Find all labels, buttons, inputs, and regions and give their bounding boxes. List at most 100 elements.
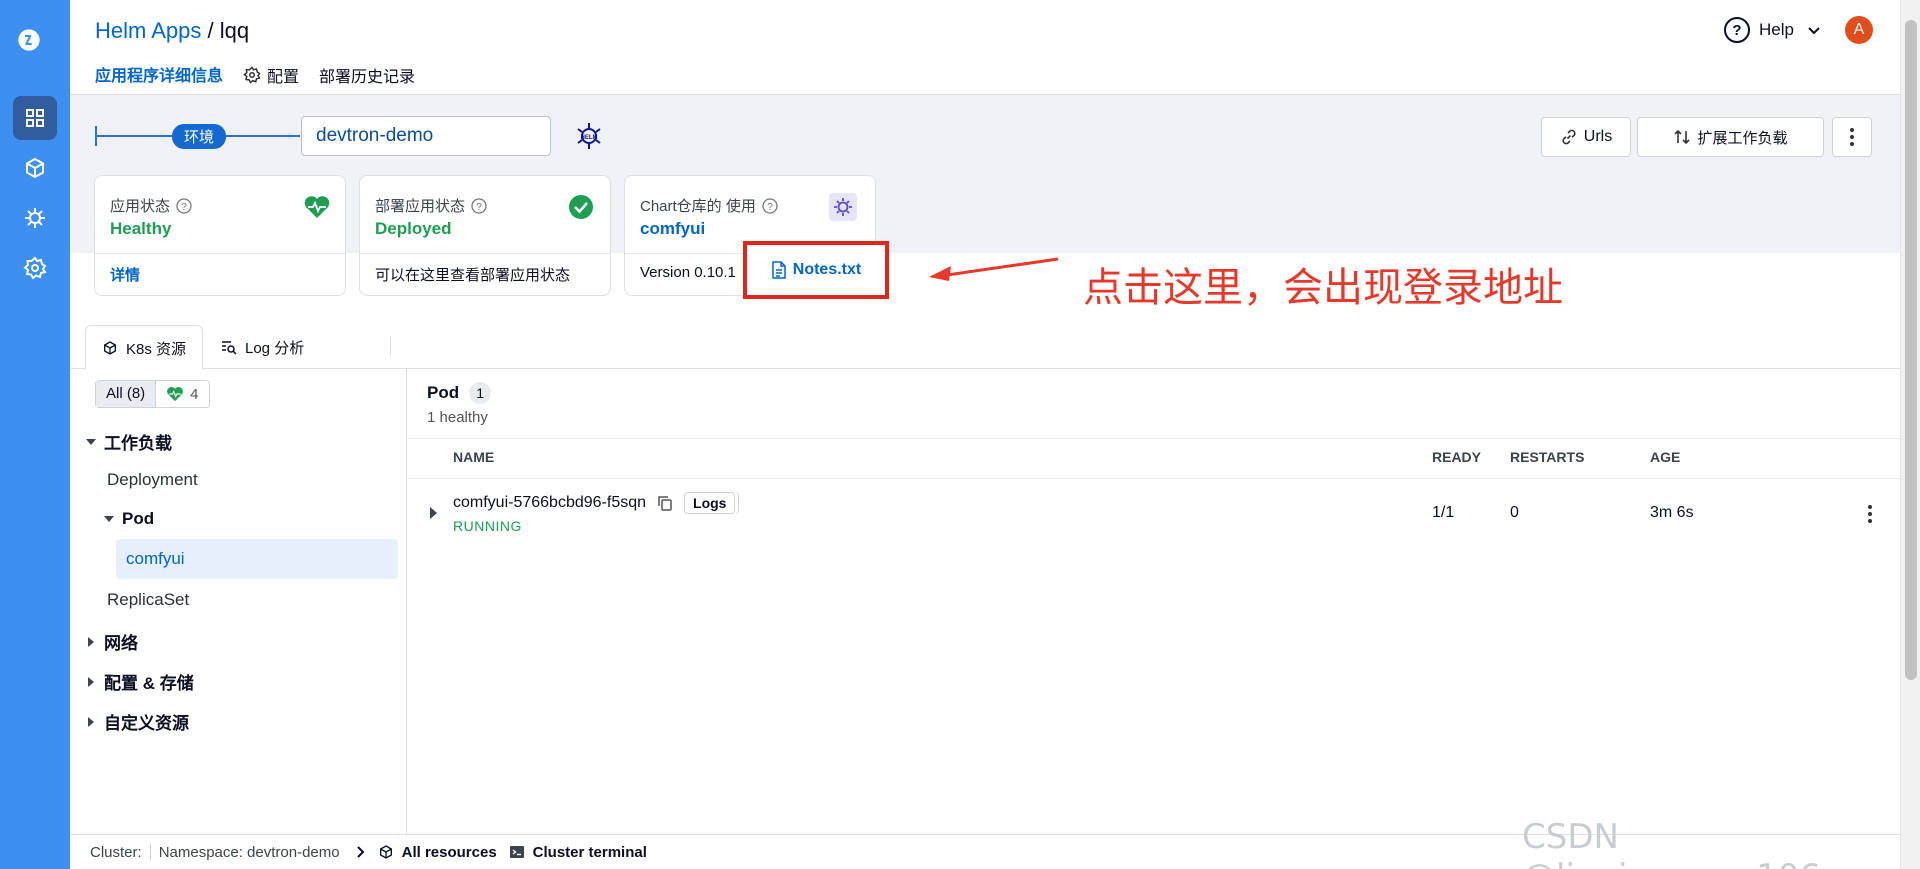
status-filter: All (8) 4 bbox=[95, 380, 210, 408]
breadcrumb: Helm Apps / lqq bbox=[95, 18, 249, 44]
footer-namespace: Namespace: devtron-demo bbox=[158, 843, 340, 861]
caret-right-icon[interactable] bbox=[427, 506, 439, 520]
footer-divider bbox=[149, 844, 151, 860]
app-status-value: Healthy bbox=[110, 219, 172, 238]
app-status-label: 应用状态 ? bbox=[110, 195, 192, 216]
devtron-logo-icon[interactable] bbox=[17, 28, 53, 64]
caret-down-icon bbox=[104, 516, 114, 522]
tree-item-replicaset[interactable]: ReplicaSet bbox=[107, 590, 189, 610]
card-label: 应用状态 bbox=[110, 198, 171, 215]
environment-selector[interactable]: devtron-demo bbox=[301, 116, 551, 156]
card-label: Chart仓库的 使用 bbox=[640, 198, 756, 215]
filter-all[interactable]: All (8) bbox=[96, 381, 157, 407]
page-scrollbar[interactable] bbox=[1900, 0, 1920, 869]
caret-right-icon bbox=[88, 676, 94, 687]
tab-label: 部署历史记录 bbox=[319, 69, 416, 86]
pod-name-cell: comfyui-5766bcbd96-f5sqn Logs bbox=[453, 492, 736, 514]
annotation-arrow bbox=[929, 257, 1059, 281]
pod-age: 3m 6s bbox=[1650, 504, 1694, 521]
filter-healthy-count: 4 bbox=[190, 385, 199, 403]
chart-name-link[interactable]: comfyui bbox=[640, 219, 705, 239]
tree-group-network[interactable]: 网络 bbox=[84, 629, 138, 654]
breadcrumb-helm-apps[interactable]: Helm Apps bbox=[95, 18, 201, 43]
card-divider bbox=[95, 253, 345, 254]
tab-log-analysis[interactable]: Log 分析 bbox=[205, 325, 320, 369]
column-ready: READY bbox=[1432, 449, 1482, 465]
help-label: Help bbox=[1759, 20, 1794, 39]
chevron-down-icon bbox=[1808, 27, 1820, 35]
card-divider bbox=[360, 253, 610, 254]
tab-k8s-resources[interactable]: K8s 资源 bbox=[85, 325, 204, 370]
heart-pulse-icon bbox=[167, 387, 184, 402]
more-options-button[interactable] bbox=[1832, 117, 1872, 157]
left-nav bbox=[0, 0, 70, 869]
document-icon bbox=[772, 261, 786, 279]
heart-pulse-icon bbox=[304, 196, 330, 218]
tab-deploy-history[interactable]: 部署历史记录 bbox=[319, 62, 415, 98]
helm-nav-icon[interactable] bbox=[13, 196, 57, 240]
tree-group-pod[interactable]: Pod bbox=[102, 509, 154, 529]
deploy-status-card: 部署应用状态 ? Deployed 可以在这里查看部署应用状态 bbox=[359, 175, 611, 296]
kebab-menu-icon[interactable] bbox=[1860, 502, 1880, 526]
watermark: CSDN @liuqingquan106 bbox=[1522, 817, 1821, 869]
tab-label: 应用程序详细信息 bbox=[95, 68, 224, 85]
helm-icon: HELM bbox=[577, 123, 601, 149]
tree-label: 配置 & 存储 bbox=[104, 674, 194, 693]
tree-item-deployment[interactable]: Deployment bbox=[107, 470, 198, 490]
tree-item-comfyui[interactable]: comfyui bbox=[116, 539, 398, 579]
pod-restarts: 0 bbox=[1510, 504, 1519, 521]
filter-healthy[interactable]: 4 bbox=[156, 381, 208, 407]
tab-divider bbox=[390, 337, 391, 357]
avatar[interactable]: A bbox=[1845, 16, 1873, 44]
pod-name[interactable]: comfyui-5766bcbd96-f5sqn bbox=[453, 494, 646, 512]
gear-icon bbox=[243, 66, 261, 84]
notes-txt-button[interactable]: Notes.txt bbox=[743, 241, 889, 299]
link-icon bbox=[1562, 129, 1576, 145]
pod-title-text: Pod bbox=[427, 383, 460, 402]
tree-group-workloads[interactable]: 工作负载 bbox=[84, 429, 172, 454]
apps-nav-icon[interactable] bbox=[13, 96, 57, 140]
question-icon[interactable]: ? bbox=[762, 197, 778, 214]
app-status-card: 应用状态 ? Healthy 详情 bbox=[94, 175, 346, 296]
column-age: AGE bbox=[1650, 449, 1681, 465]
tree-group-custom-resources[interactable]: 自定义资源 bbox=[84, 709, 189, 734]
deploy-status-hint: 可以在这里查看部署应用状态 bbox=[375, 267, 571, 284]
helm-chart-icon bbox=[829, 193, 857, 221]
question-icon[interactable]: ? bbox=[471, 197, 487, 214]
log-search-icon bbox=[222, 341, 237, 355]
card-label: 部署应用状态 bbox=[375, 198, 466, 215]
details-link[interactable]: 详情 bbox=[110, 264, 140, 285]
logs-button[interactable]: Logs bbox=[684, 492, 736, 514]
copy-icon[interactable] bbox=[656, 494, 674, 512]
help-menu[interactable]: ? Help bbox=[1723, 16, 1822, 44]
footer-cluster-terminal[interactable]: Cluster terminal bbox=[533, 844, 647, 861]
chevron-right-icon bbox=[356, 846, 365, 858]
chart-version: Version 0.10.1 bbox=[640, 264, 736, 281]
urls-button[interactable]: Urls bbox=[1541, 117, 1631, 157]
urls-label: Urls bbox=[1583, 128, 1613, 145]
tab-config[interactable]: 配置 bbox=[243, 62, 299, 98]
caret-right-icon bbox=[88, 636, 94, 647]
tree-label: 自定义资源 bbox=[104, 714, 189, 733]
svg-text:?: ? bbox=[767, 202, 773, 213]
page-header: Helm Apps / lqq 应用程序详细信息 配置 部署历史记录 ? Hel… bbox=[70, 0, 1900, 98]
cube-nav-icon[interactable] bbox=[13, 146, 57, 190]
settings-nav-icon[interactable] bbox=[13, 246, 57, 290]
svg-text:?: ? bbox=[181, 202, 187, 213]
caret-down-icon bbox=[86, 438, 96, 445]
question-icon[interactable]: ? bbox=[176, 197, 192, 214]
tab-label: Log 分析 bbox=[245, 339, 305, 357]
pod-count-badge: 1 bbox=[469, 382, 492, 404]
tree-group-config-storage[interactable]: 配置 & 存储 bbox=[84, 669, 194, 694]
tab-app-details[interactable]: 应用程序详细信息 bbox=[95, 62, 224, 98]
sort-arrows-icon bbox=[1674, 129, 1691, 145]
scale-workloads-button[interactable]: 扩展工作负载 bbox=[1637, 117, 1824, 157]
scrollbar-thumb[interactable] bbox=[1905, 20, 1917, 680]
table-divider bbox=[408, 478, 1900, 479]
notes-label: Notes.txt bbox=[792, 261, 862, 278]
footer-all-resources[interactable]: All resources bbox=[402, 844, 497, 861]
tree-label: Pod bbox=[122, 509, 155, 528]
tree-label: 工作负载 bbox=[104, 434, 172, 453]
help-icon: ? bbox=[1724, 17, 1750, 43]
cube-icon bbox=[104, 341, 116, 355]
